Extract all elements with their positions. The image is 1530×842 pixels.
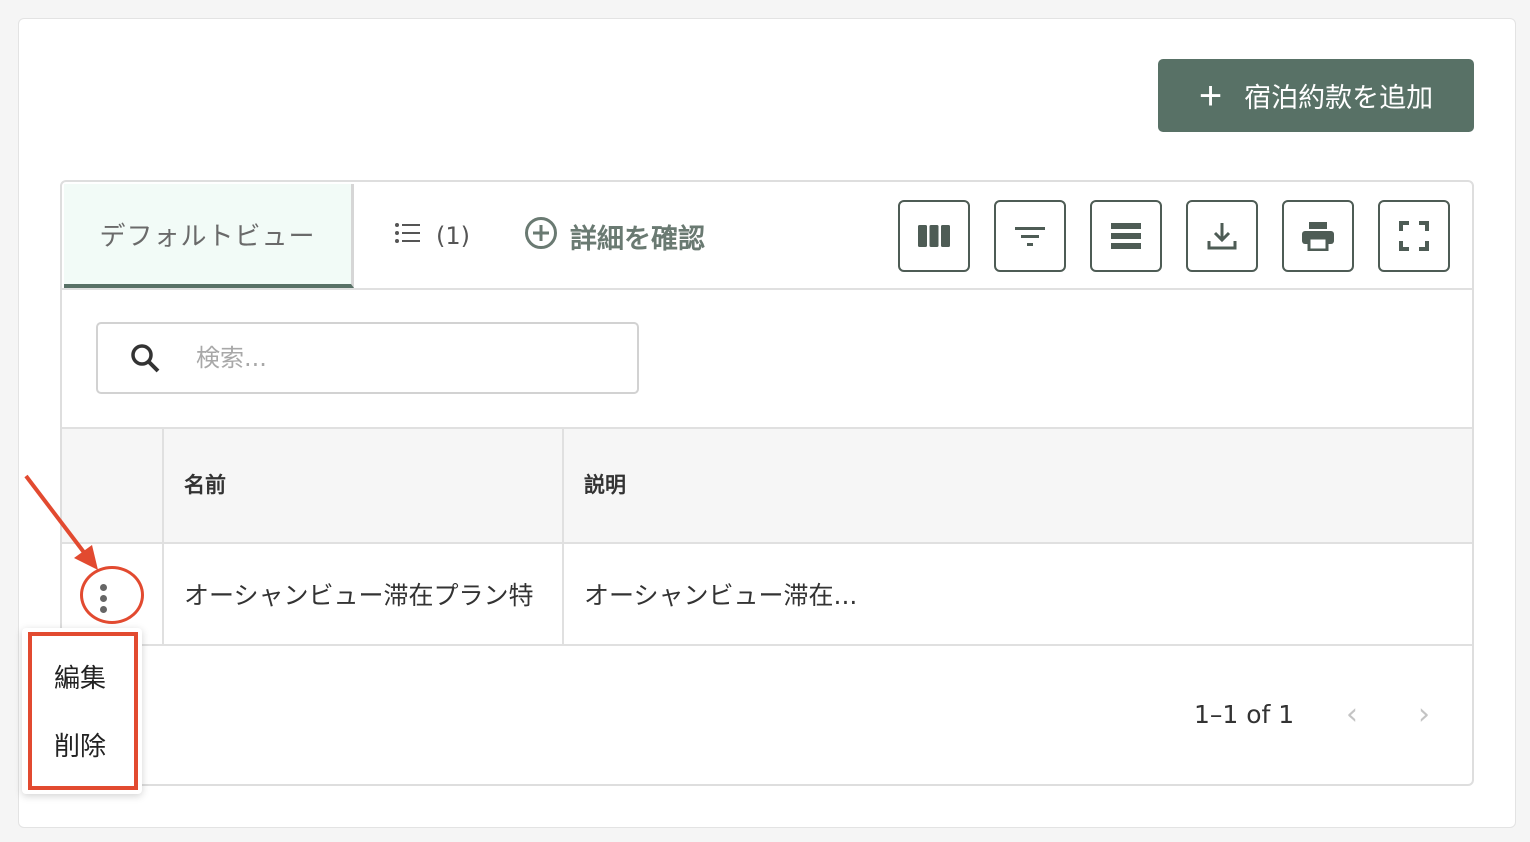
download-icon (1207, 223, 1237, 250)
view-details-label: 詳細を確認 (570, 223, 705, 255)
filter-button[interactable] (994, 200, 1066, 272)
next-page-button[interactable]: › (1418, 697, 1430, 732)
column-divider (162, 429, 164, 542)
row-actions-kebab-icon[interactable] (88, 578, 118, 618)
list-icon (394, 221, 422, 251)
add-terms-label: 宿泊約款を追加 (1244, 83, 1434, 113)
tab-default-view[interactable]: デフォルトビュー (64, 184, 354, 288)
table-row[interactable]: オーシャンビュー滞在プラン特 オーシャンビュー滞在... (62, 544, 1472, 646)
column-header-name[interactable]: 名前 (184, 469, 226, 499)
plus-circle-icon (524, 216, 558, 257)
add-terms-button[interactable]: + 宿泊約款を追加 (1158, 59, 1474, 132)
plus-icon: + (1198, 73, 1223, 118)
column-header-description[interactable]: 説明 (584, 469, 626, 499)
fullscreen-button[interactable] (1378, 200, 1450, 272)
density-button[interactable] (1090, 200, 1162, 272)
tab-saved-views[interactable]: (1) (394, 216, 470, 256)
cell-name: オーシャンビュー滞在プラン特 (184, 581, 534, 610)
pagination-range: 1–1 of 1 (1194, 700, 1295, 729)
grid-toolbar: デフォルトビュー (1) 詳細を確認 (62, 182, 1472, 290)
menu-item-delete[interactable]: 削除 (54, 726, 106, 763)
row-actions-menu: 編集 削除 (22, 628, 142, 794)
search-input[interactable] (196, 344, 496, 372)
saved-views-count: (1) (436, 222, 470, 250)
columns-icon (918, 225, 950, 247)
search-box[interactable] (96, 322, 639, 394)
column-divider (162, 544, 164, 644)
print-button[interactable] (1282, 200, 1354, 272)
search-icon (128, 341, 162, 375)
columns-button[interactable] (898, 200, 970, 272)
cell-description: オーシャンビュー滞在... (584, 581, 858, 610)
data-grid: デフォルトビュー (1) 詳細を確認 検索... 名前 説明 オーシャンビュー滞… (60, 180, 1474, 786)
menu-item-edit[interactable]: 編集 (54, 658, 106, 695)
prev-page-button[interactable]: ‹ (1346, 697, 1358, 732)
export-button[interactable] (1186, 200, 1258, 272)
fullscreen-icon (1399, 221, 1429, 251)
tab-view-details[interactable]: 詳細を確認 (524, 216, 705, 256)
column-divider (562, 544, 564, 644)
density-icon (1111, 223, 1141, 249)
table-header: 名前 説明 (62, 427, 1472, 544)
column-divider (562, 429, 564, 542)
print-icon (1302, 222, 1334, 251)
filter-icon (1015, 227, 1045, 246)
